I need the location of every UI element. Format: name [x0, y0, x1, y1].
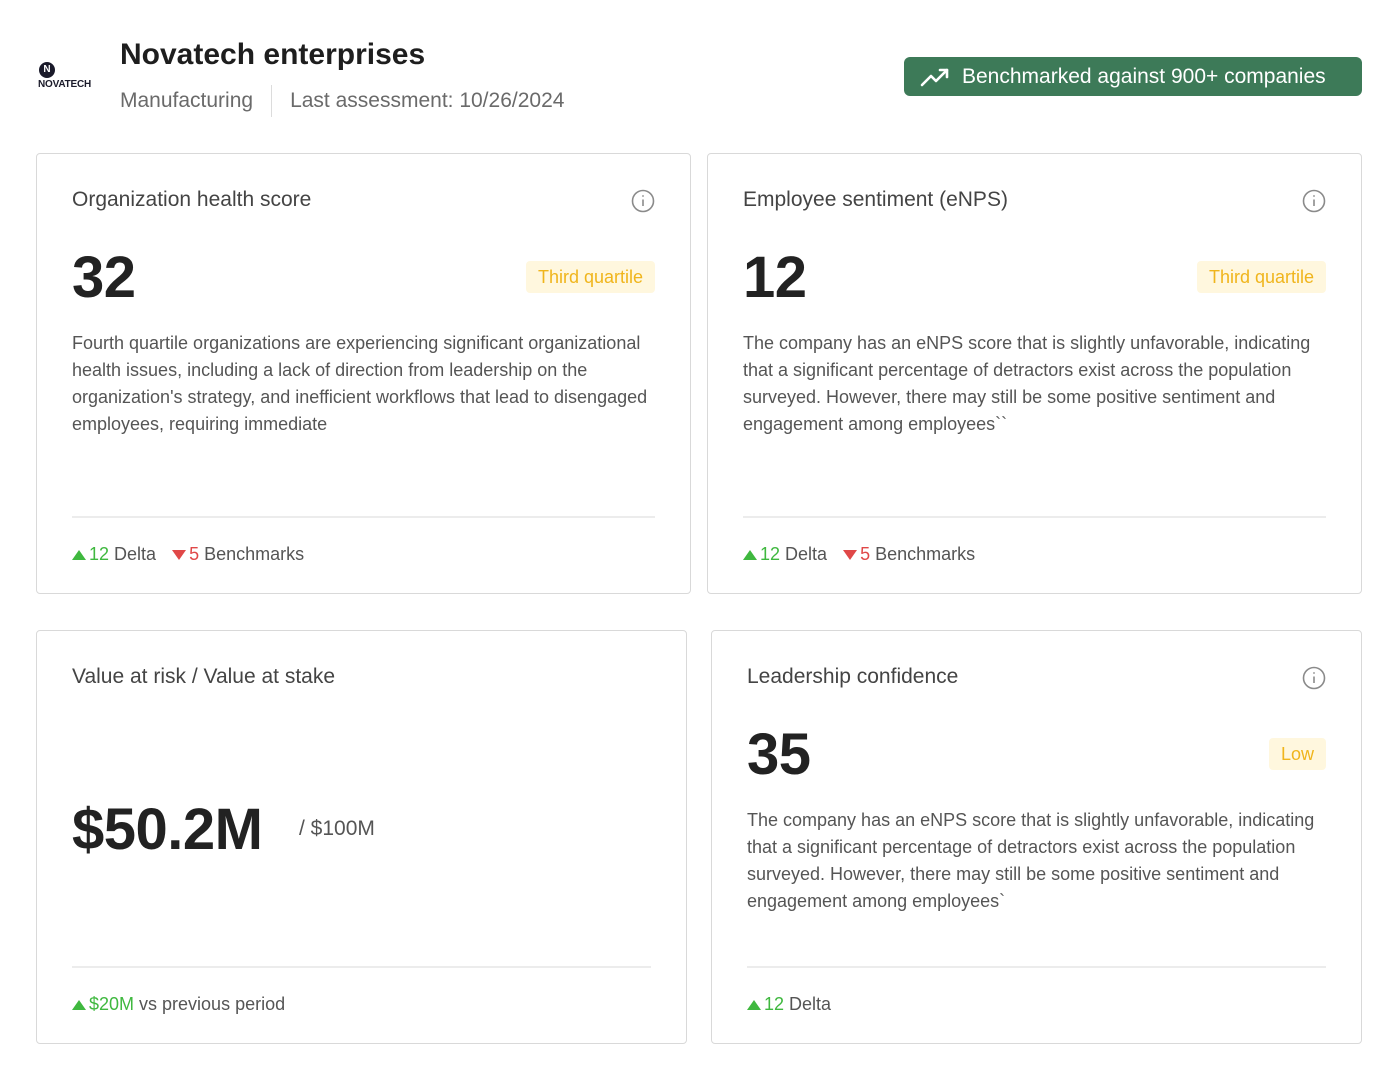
value-at-risk-card: Value at risk / Value at stake $50.2M / … [36, 630, 687, 1044]
arrow-down-icon [172, 549, 187, 560]
delta-stat: 12 Delta [743, 544, 827, 565]
health-score-value: 32 [72, 245, 136, 310]
benchmark-label: Benchmarks [875, 544, 976, 564]
leadership-score-value: 35 [747, 722, 811, 787]
delta-value: 12 [764, 994, 785, 1014]
delta-value: 12 [89, 544, 110, 564]
card-description: The company has an eNPS score that is sl… [743, 333, 1311, 434]
arrow-up-icon [72, 549, 86, 560]
benchmark-badge-label: Benchmarked against 900+ companies [962, 64, 1326, 88]
arrow-up-icon [747, 999, 761, 1010]
info-icon[interactable] [1302, 666, 1326, 690]
arrow-up-icon [72, 999, 86, 1010]
card-stats: 12 Delta 5 Benchmarks [743, 544, 991, 565]
arrow-down-icon [843, 549, 858, 560]
card-divider [747, 966, 1326, 968]
benchmark-stat: 5 Benchmarks [172, 544, 304, 565]
company-logo: N NOVATECH [36, 62, 98, 92]
card-title: Organization health score [72, 188, 312, 211]
page-header: N NOVATECH Novatech enterprises Manufact… [0, 0, 1398, 140]
delta-label: Delta [789, 994, 832, 1014]
info-icon[interactable] [1302, 189, 1326, 213]
info-icon[interactable] [631, 189, 655, 213]
card-divider [72, 966, 651, 968]
card-title: Value at risk / Value at stake [72, 665, 336, 688]
enps-score-value: 12 [743, 245, 807, 310]
delta-stat: 12 Delta [72, 544, 156, 565]
value-at-risk-amount: $50.2M [72, 797, 263, 862]
benchmark-stat: 5 Benchmarks [843, 544, 975, 565]
value-at-stake-total: / $100M [299, 817, 375, 840]
company-meta: Manufacturing Last assessment: 10/26/202… [120, 85, 565, 117]
change-stat: $20M vs previous period [72, 994, 285, 1015]
level-badge: Low [1268, 738, 1326, 770]
trending-up-icon [920, 68, 949, 86]
card-divider [743, 516, 1326, 518]
card-title: Employee sentiment (eNPS) [743, 188, 1008, 211]
card-description: Fourth quartile organizations are experi… [72, 333, 648, 434]
card-title: Leadership confidence [747, 665, 959, 688]
card-divider [72, 516, 655, 518]
change-value: $20M [89, 994, 135, 1014]
benchmark-value: 5 [189, 544, 200, 564]
company-title: Novatech enterprises [120, 38, 426, 71]
delta-stat: 12 Delta [747, 994, 831, 1015]
benchmark-value: 5 [860, 544, 871, 564]
quartile-badge: Third quartile [1196, 261, 1326, 293]
card-stats: 12 Delta [747, 994, 847, 1015]
benchmark-badge: Benchmarked against 900+ companies [904, 57, 1362, 96]
logo-text: NOVATECH [38, 79, 92, 90]
delta-label: Delta [114, 544, 157, 564]
delta-label: Delta [785, 544, 828, 564]
leadership-confidence-card: Leadership confidence 35 Low The company… [711, 630, 1362, 1044]
delta-value: 12 [760, 544, 781, 564]
card-description: The company has an eNPS score that is sl… [747, 810, 1315, 911]
health-score-card: Organization health score 32 Third quart… [36, 153, 691, 594]
card-stats: $20M vs previous period [72, 994, 301, 1015]
arrow-up-icon [743, 549, 757, 560]
benchmark-label: Benchmarks [204, 544, 305, 564]
quartile-badge: Third quartile [525, 261, 655, 293]
last-assessment-label: Last assessment: 10/26/2024 [290, 89, 565, 112]
logo-mark: N [39, 62, 55, 78]
card-stats: 12 Delta 5 Benchmarks [72, 544, 320, 565]
enps-card: Employee sentiment (eNPS) 12 Third quart… [707, 153, 1362, 594]
change-label: vs previous period [139, 994, 286, 1014]
industry-label: Manufacturing [120, 89, 254, 112]
meta-divider [271, 85, 273, 117]
